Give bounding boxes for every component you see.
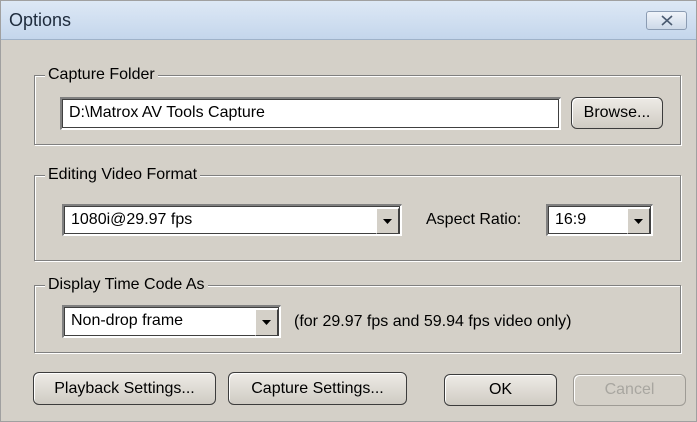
capture-folder-legend: Capture Folder: [45, 64, 158, 86]
video-format-value: 1080i@29.97 fps: [71, 211, 193, 228]
capture-folder-path-input[interactable]: D:\Matrox AV Tools Capture: [60, 97, 561, 130]
chevron-down-icon: [383, 218, 392, 224]
time-code-note: (for 29.97 fps and 59.94 fps video only): [294, 313, 572, 330]
close-icon: [660, 15, 673, 26]
aspect-ratio-value: 16:9: [555, 211, 587, 228]
chevron-down-icon: [262, 320, 271, 325]
time-code-mode-value: Non-drop frame: [71, 312, 184, 329]
video-format-dropdown-button[interactable]: [376, 208, 399, 234]
close-button[interactable]: [646, 11, 687, 30]
window-title: Options: [9, 10, 72, 30]
time-code-mode-dropdown-button[interactable]: [255, 309, 278, 336]
title-bar: Options: [1, 1, 696, 40]
cancel-button[interactable]: Cancel: [573, 374, 686, 406]
aspect-ratio-dropdown[interactable]: 16:9: [546, 204, 653, 236]
time-code-mode-dropdown[interactable]: Non-drop frame: [62, 305, 281, 338]
ok-button[interactable]: OK: [444, 374, 557, 406]
display-time-code-legend: Display Time Code As: [45, 274, 208, 296]
chevron-down-icon: [634, 218, 643, 224]
browse-button[interactable]: Browse...: [571, 97, 663, 129]
capture-folder-path-value: D:\Matrox AV Tools Capture: [69, 104, 265, 121]
options-dialog: Options Capture Folder D:\Matrox AV Tool…: [0, 0, 697, 422]
playback-settings-button[interactable]: Playback Settings...: [33, 372, 216, 405]
aspect-ratio-dropdown-button[interactable]: [627, 208, 650, 234]
capture-settings-button[interactable]: Capture Settings...: [228, 372, 407, 405]
editing-video-format-legend: Editing Video Format: [45, 164, 201, 186]
aspect-ratio-label: Aspect Ratio:: [426, 211, 522, 228]
video-format-dropdown[interactable]: 1080i@29.97 fps: [62, 204, 402, 236]
